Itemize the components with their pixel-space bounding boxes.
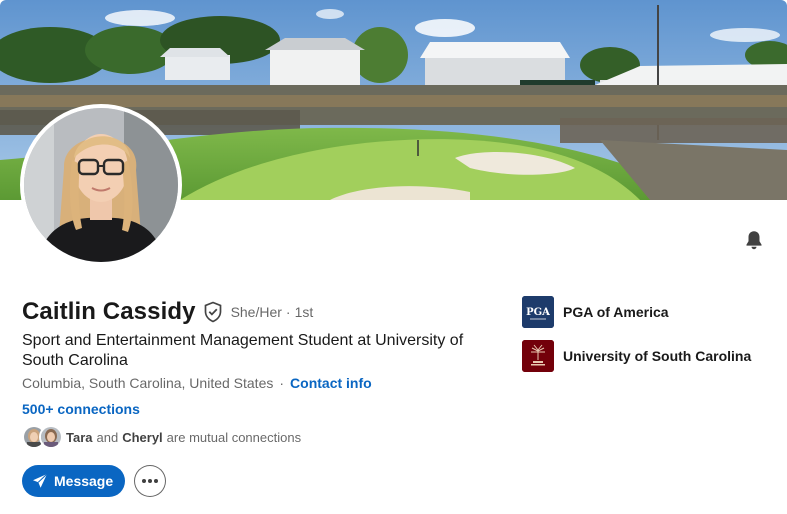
shield-check-icon <box>204 301 221 323</box>
message-button[interactable]: Message <box>22 465 126 497</box>
contact-info-link[interactable]: Contact info <box>290 375 372 391</box>
pga-logo-text: PGA <box>526 307 550 318</box>
mutual-connections-row[interactable]: Tara and Cheryl are mutual connections <box>22 425 305 449</box>
avatar-photo <box>24 108 178 262</box>
location-separator: · <box>279 375 285 391</box>
profile-avatar[interactable] <box>20 104 182 266</box>
profile-location: Columbia, South Carolina, United States <box>22 375 274 391</box>
mutual-avatars <box>22 425 64 449</box>
profile-headline: Sport and Entertainment Management Stude… <box>22 332 464 369</box>
message-label: Message <box>54 473 114 489</box>
mutual-joiner: and <box>96 429 119 445</box>
verified-badge[interactable] <box>203 301 223 323</box>
mutual-avatar-cheryl <box>39 425 63 449</box>
pga-logo-icon: PGA <box>522 296 554 328</box>
paper-plane-icon <box>32 473 48 489</box>
mutual-name-1: Tara <box>66 429 93 445</box>
separator-dot: · <box>285 304 291 320</box>
profile-name: Caitlin Cassidy <box>22 298 196 325</box>
connection-degree: 1st <box>294 304 314 320</box>
ellipsis-icon <box>142 479 159 483</box>
org-item-pga[interactable]: PGA PGA of America <box>522 296 751 328</box>
org-name-usc: University of South Carolina <box>563 348 752 364</box>
mutual-suffix: are mutual connections <box>166 429 302 445</box>
location-row: Columbia, South Carolina, United States ·… <box>22 375 372 391</box>
profile-actions: Message <box>22 465 167 497</box>
org-name-pga: PGA of America <box>563 304 669 320</box>
bell-icon <box>746 231 762 250</box>
mutual-name-2: Cheryl <box>122 429 163 445</box>
avatar-photo <box>41 427 61 447</box>
name-row: Caitlin Cassidy She/Her · 1st <box>22 298 313 326</box>
profile-card: Caitlin Cassidy She/Her · 1st Sport and … <box>0 0 787 514</box>
connections-link[interactable]: 500+ connections <box>22 401 140 417</box>
notification-bell-button[interactable] <box>740 226 768 254</box>
profile-pronouns: She/Her <box>230 304 282 320</box>
organizations-list: PGA PGA of America University of South C… <box>522 296 751 384</box>
usc-logo-icon <box>522 340 554 372</box>
org-item-usc[interactable]: University of South Carolina <box>522 340 751 372</box>
more-actions-button[interactable] <box>134 465 167 497</box>
